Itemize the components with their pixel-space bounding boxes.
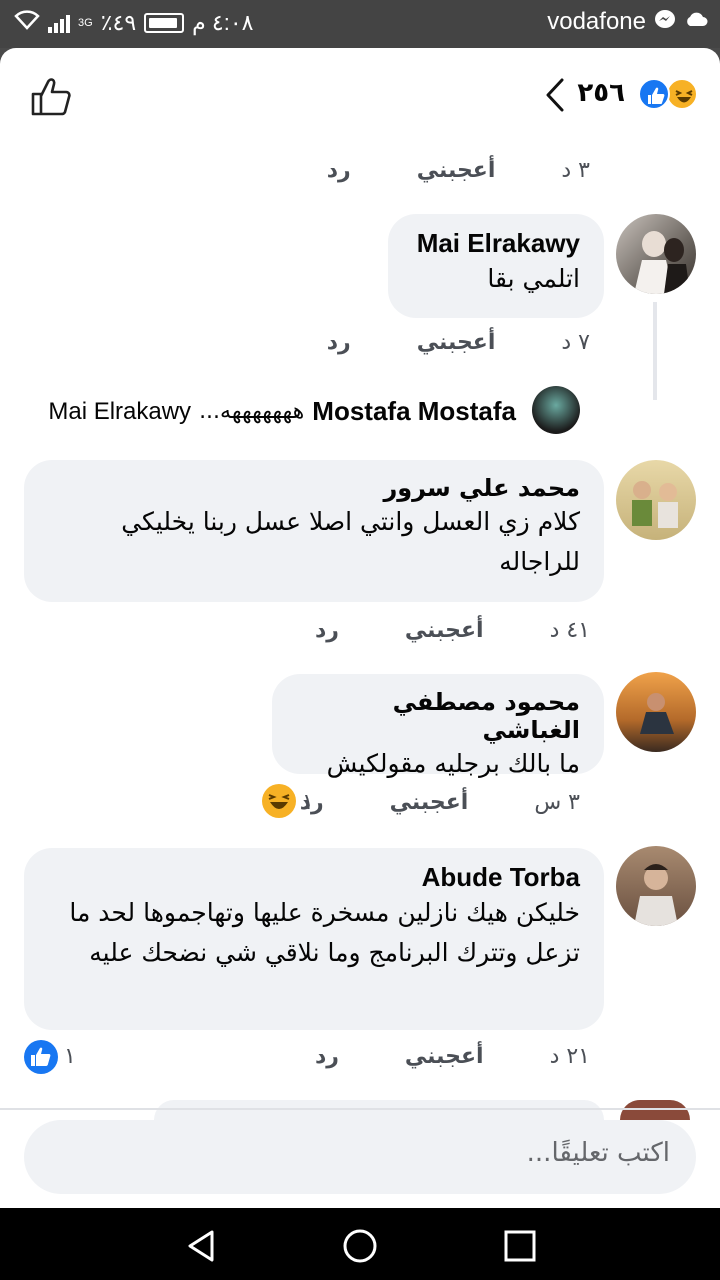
reply-link[interactable]: رد <box>327 158 351 183</box>
avatar[interactable] <box>616 672 696 752</box>
comment-time: ٧ د <box>561 330 590 355</box>
status-right: vodafone <box>547 8 708 36</box>
comment-bubble[interactable]: محمود مصطفي الغباشي ما بالك برجليه مقولك… <box>272 674 604 778</box>
comment-actions: ٧ د أعجبني رد <box>327 330 590 355</box>
circle-home-icon <box>343 1229 377 1263</box>
reply-link[interactable]: رد <box>327 330 351 355</box>
avatar[interactable] <box>616 214 696 294</box>
like-icon <box>638 78 670 110</box>
comment-text: خليكن هيك نازلين مسخرة عليها وتهاجموها ل… <box>69 898 580 967</box>
comment-input-placeholder: اكتب تعليقًا... <box>526 1138 670 1168</box>
like-link[interactable]: أعجبني <box>417 330 496 355</box>
system-nav-bar <box>0 1208 720 1280</box>
battery-icon <box>144 13 185 33</box>
commenter-name[interactable]: محمود مصطفي الغباشي <box>296 688 580 744</box>
commenter-name[interactable]: Mai Elrakawy <box>412 228 580 259</box>
comment-input[interactable]: اكتب تعليقًا... <box>24 1120 696 1194</box>
reaction-count[interactable]: ١ <box>64 1044 76 1069</box>
reply-link[interactable]: رد <box>315 1044 339 1069</box>
comment-actions: ٤١ د أعجبني رد <box>315 618 590 643</box>
reply-target: Mai Elrakawy <box>48 397 192 425</box>
like-link[interactable]: أعجبني <box>405 618 484 643</box>
haha-icon <box>666 78 698 110</box>
status-bar: ٤:٠٨ م ٤٩٪ 3G vodafone <box>0 0 720 48</box>
comment-actions: ٢١ د أعجبني رد <box>315 1044 590 1069</box>
comment-actions: ٣ د أعجبني رد <box>327 158 590 183</box>
comment-actions: ٣ س أعجبني رد <box>300 790 580 815</box>
comment-time: ٣ س <box>534 790 580 815</box>
back-nav-button[interactable] <box>182 1226 222 1266</box>
cloud-icon <box>684 10 708 34</box>
comment-text: اتلمي بقا <box>487 264 580 293</box>
back-button[interactable] <box>538 74 570 116</box>
reply-snippet: هههههههه... <box>199 399 305 424</box>
comments-header: ٢٥٦ <box>0 48 720 144</box>
messenger-icon <box>654 8 676 36</box>
signal-icon <box>48 13 70 33</box>
battery-percent: ٤٩٪ <box>100 10 137 35</box>
chevron-left-icon <box>546 78 564 112</box>
composer-divider <box>0 1108 720 1110</box>
thumbs-up-outline-icon <box>31 78 71 116</box>
next-comment-bubble <box>154 1100 604 1120</box>
avatar[interactable] <box>616 460 696 540</box>
like-icon[interactable] <box>24 1040 58 1074</box>
reply-preview[interactable]: Mostafa Mostafa هههههههه... Mai Elrakawy <box>48 396 516 427</box>
avatar[interactable] <box>532 386 580 434</box>
like-link[interactable]: أعجبني <box>417 158 496 183</box>
like-link[interactable]: أعجبني <box>405 1044 484 1069</box>
comment-text: كلام زي العسل وانتي اصلا عسل ربنا يخليكي… <box>121 507 580 576</box>
comment-text: ما بالك برجليه مقولكيش <box>326 749 580 778</box>
commenter-name[interactable]: محمد علي سرور <box>48 474 580 502</box>
commenter-name[interactable]: Abude Torba <box>48 862 580 893</box>
haha-icon[interactable] <box>262 784 296 818</box>
comment-bubble[interactable]: محمد علي سرور كلام زي العسل وانتي اصلا ع… <box>24 460 604 602</box>
status-left: ٤:٠٨ م ٤٩٪ 3G <box>14 10 253 36</box>
comment-bubble[interactable]: Mai Elrakawy اتلمي بقا <box>388 214 604 318</box>
reaction-icons[interactable] <box>628 78 698 112</box>
like-link[interactable]: أعجبني <box>390 790 469 815</box>
like-post-button[interactable] <box>30 76 72 118</box>
status-time: ٤:٠٨ م <box>192 10 254 35</box>
comment-bubble[interactable]: Abude Torba خليكن هيك نازلين مسخرة عليها… <box>24 848 604 1030</box>
thread-line <box>653 302 657 400</box>
wifi-icon <box>14 10 40 36</box>
comment-time: ٢١ د <box>549 1044 590 1069</box>
carrier-name: vodafone <box>547 8 646 35</box>
square-recents-icon <box>504 1230 536 1262</box>
reaction-count[interactable]: ١ <box>302 790 314 815</box>
reaction-count[interactable]: ٢٥٦ <box>577 78 625 108</box>
comment-time: ٤١ د <box>549 618 590 643</box>
triangle-back-icon <box>188 1230 214 1262</box>
next-avatar <box>620 1100 690 1120</box>
comments-sheet: ٢٥٦ ٣ د أعجبني رد Mai Elrakawy اتلمي بقا… <box>0 48 720 1208</box>
reply-link[interactable]: رد <box>315 618 339 643</box>
reply-author: Mostafa Mostafa <box>312 396 516 426</box>
home-nav-button[interactable] <box>340 1226 380 1266</box>
network-type: 3G <box>78 17 93 29</box>
recents-nav-button[interactable] <box>500 1226 540 1266</box>
avatar[interactable] <box>616 846 696 926</box>
comment-time: ٣ د <box>561 158 590 183</box>
